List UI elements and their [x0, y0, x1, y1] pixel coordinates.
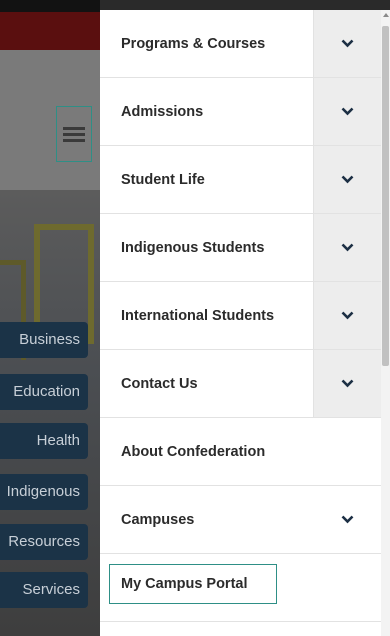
- menu-item-label: About Confederation: [121, 443, 266, 460]
- scrollbar-thumb[interactable]: [382, 26, 389, 366]
- chevron-down-icon: [341, 39, 354, 48]
- menu-item-indigenous-students[interactable]: Indigenous Students: [100, 214, 381, 282]
- chevron-down-icon: [341, 379, 354, 388]
- chevron-down-icon: [341, 311, 354, 320]
- background-button-education[interactable]: Education: [0, 374, 88, 410]
- menu-item-label: Student Life: [121, 171, 205, 188]
- expand-toggle-programs-courses[interactable]: [313, 10, 381, 77]
- background-button-services[interactable]: Services: [0, 572, 88, 608]
- menu-item-label: Campuses: [121, 511, 195, 528]
- hamburger-menu-button[interactable]: [56, 106, 92, 162]
- scroll-up-arrow-icon[interactable]: [383, 13, 389, 17]
- background-button-resources[interactable]: Resources: [0, 524, 88, 560]
- chevron-down-icon: [341, 243, 354, 252]
- scrollbar[interactable]: [381, 10, 390, 636]
- menu-item-about-confederation[interactable]: About Confederation: [100, 418, 381, 486]
- background-hero-image: [0, 190, 100, 636]
- menu-item-label: Indigenous Students: [121, 239, 265, 256]
- expand-toggle-contact-us[interactable]: [313, 350, 381, 417]
- chevron-down-icon: [341, 175, 354, 184]
- background-button-business[interactable]: Business: [0, 322, 88, 358]
- menu-item-label: Admissions: [121, 103, 204, 120]
- menu-item-label: Contact Us: [121, 375, 198, 392]
- chevron-down-icon: [341, 515, 354, 524]
- my-campus-portal-button[interactable]: My Campus Portal: [109, 564, 277, 604]
- background-button-health[interactable]: Health: [0, 423, 88, 459]
- background-red-bar: [0, 12, 100, 50]
- chevron-down-icon: [341, 107, 354, 116]
- background-button-indigenous[interactable]: Indigenous: [0, 474, 88, 510]
- navigation-menu: Programs & Courses Admissions Student Li…: [100, 10, 381, 636]
- background-page: Business Education Health Indigenous Res…: [0, 0, 100, 636]
- top-strip: [100, 0, 390, 10]
- portal-row: My Campus Portal: [100, 554, 381, 622]
- background-top-bar: [0, 0, 100, 12]
- menu-item-programs-courses[interactable]: Programs & Courses: [100, 10, 381, 78]
- menu-item-admissions[interactable]: Admissions: [100, 78, 381, 146]
- menu-item-international-students[interactable]: International Students: [100, 282, 381, 350]
- menu-item-contact-us[interactable]: Contact Us: [100, 350, 381, 418]
- menu-item-campuses[interactable]: Campuses: [100, 486, 381, 554]
- expand-toggle-international-students[interactable]: [313, 282, 381, 349]
- expand-toggle-admissions[interactable]: [313, 78, 381, 145]
- expand-toggle-campuses[interactable]: [313, 486, 381, 553]
- hamburger-icon: [63, 127, 85, 142]
- menu-item-label: Programs & Courses: [121, 35, 266, 52]
- expand-toggle-student-life[interactable]: [313, 146, 381, 213]
- menu-item-label: International Students: [121, 307, 275, 324]
- menu-item-student-life[interactable]: Student Life: [100, 146, 381, 214]
- expand-toggle-indigenous-students[interactable]: [313, 214, 381, 281]
